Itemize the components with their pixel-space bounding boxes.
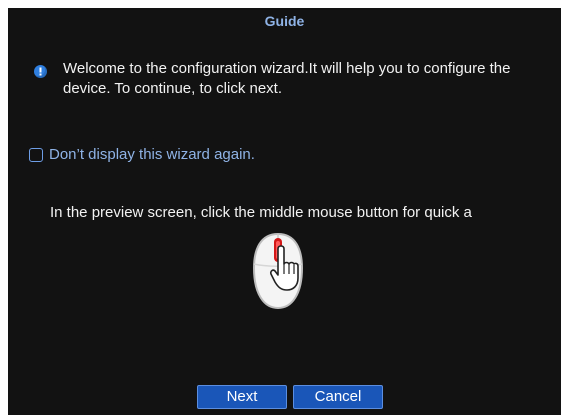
dialog-buttons: Next Cancel (8, 385, 561, 409)
mouse-click-icon (248, 230, 308, 312)
cancel-button[interactable]: Cancel (293, 385, 383, 409)
welcome-message: Welcome to the configuration wizard.It w… (24, 59, 544, 99)
dont-show-again-option[interactable]: Don’t display this wizard again. (29, 145, 255, 165)
dialog-title: Guide (264, 13, 305, 29)
preview-hint-text: In the preview screen, click the middle … (50, 204, 472, 221)
info-icon (34, 65, 47, 78)
dont-show-again-label[interactable]: Don’t display this wizard again. (49, 145, 255, 165)
next-button[interactable]: Next (197, 385, 287, 409)
welcome-text: Welcome to the configuration wizard.It w… (63, 60, 511, 97)
guide-dialog: Guide Welcome to the configuration wizar… (8, 8, 561, 415)
dont-show-again-checkbox[interactable] (29, 148, 43, 162)
